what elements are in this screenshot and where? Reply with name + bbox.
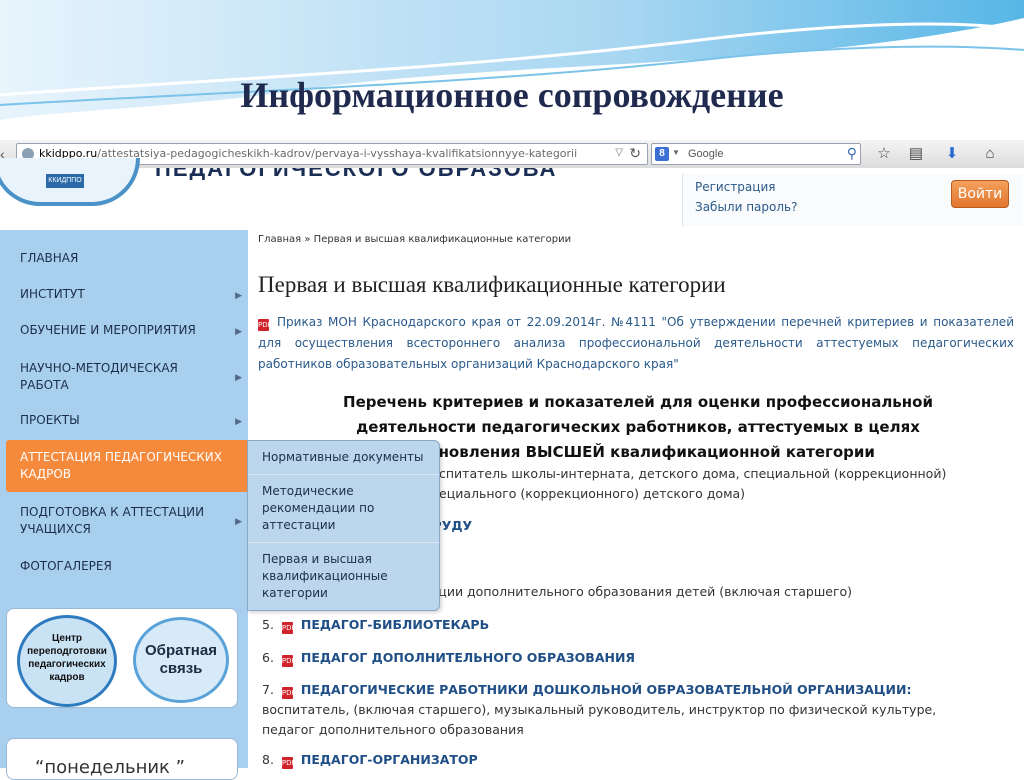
nav-item-methodology[interactable]: НАУЧНО-МЕТОДИЧЕСКАЯ РАБОТА ▶ [6, 358, 248, 394]
sidebar: ГЛАВНАЯ ИНСТИТУТ ▶ ОБУЧЕНИЕ И МЕРОПРИЯТИ… [0, 230, 248, 780]
nav-item-label: НАУЧНО-МЕТОДИЧЕСКАЯ РАБОТА [20, 361, 178, 392]
criteria-item[interactable]: Р [424, 549, 1014, 569]
banner-box: Центр переподготовки педагогических кадр… [6, 608, 238, 708]
criteria-number: 5. [262, 617, 274, 632]
reload-icon[interactable]: ↻ [629, 145, 641, 162]
feedback-line: связь [159, 660, 203, 677]
criteria-link[interactable]: ПЕДАГОГ-БИБЛИОТЕКАРЬ [301, 617, 489, 632]
submenu-item-qualification-categories[interactable]: Первая и высшая квалификационные категор… [248, 543, 439, 610]
criteria-item: воспитатель школы-интерната, детского до… [424, 464, 1014, 484]
criteria-item[interactable]: 8. PDF ПЕДАГОГ-ОРГАНИЗАТОР [262, 750, 1002, 770]
criteria-item[interactable]: 5. PDF ПЕДАГОГ-БИБЛИОТЕКАРЬ [262, 615, 1002, 635]
criteria-link[interactable]: ПЕДАГОГИЧЕСКИЕ РАБОТНИКИ ДОШКОЛЬНОЙ ОБРА… [301, 682, 912, 697]
site-logo[interactable]: ККИДППО [0, 158, 140, 206]
nav-item-label: АТТЕСТАЦИЯ ПЕДАГОГИЧЕСКИХ КАДРОВ [20, 450, 222, 481]
site-title-fragment: ПЕДАГОГИЧЕСКОГО ОБРАЗОВАНИЯ [155, 168, 555, 180]
nav-item-institute[interactable]: ИНСТИТУТ ▶ [6, 286, 248, 304]
chevron-right-icon: ▶ [235, 373, 242, 383]
search-magnifier-icon[interactable]: ⚲ [847, 145, 857, 162]
site-title-strip: ПЕДАГОГИЧЕСКОГО ОБРАЗОВАНИЯ [155, 168, 555, 180]
nav-item-label: ФОТОГАЛЕРЕЯ [20, 559, 112, 573]
search-box[interactable]: 8 ▼ Google ⚲ [651, 143, 861, 165]
criteria-item[interactable]: ТРУДУ [424, 516, 1014, 536]
chevron-right-icon: ▶ [235, 327, 242, 337]
breadcrumb[interactable]: Главная » Первая и высшая квалификационн… [258, 234, 571, 245]
slide-header: Информационное сопровождение [0, 0, 1024, 140]
banner-line: переподготовки [27, 646, 107, 657]
pdf-icon: PDF [281, 655, 296, 667]
page-title: Первая и высшая квалификационные категор… [258, 272, 726, 297]
submenu-item-normative-docs[interactable]: Нормативные документы [248, 441, 439, 475]
banner-line: Центр [51, 633, 83, 644]
nav-item-training[interactable]: ОБУЧЕНИЕ И МЕРОПРИЯТИЯ ▶ [6, 322, 248, 340]
url-path: /attestatsiya-pedagogicheskikh-kadrov/pe… [97, 147, 578, 160]
criteria-number: 6. [262, 650, 274, 665]
feedback-banner[interactable]: Обратная связь [133, 617, 229, 703]
download-icon[interactable]: ⬇ [942, 145, 962, 163]
order-text: Приказ МОН Краснодарского края от 22.09.… [258, 315, 1014, 371]
google-search-engine-icon[interactable]: 8 [655, 147, 669, 161]
pdf-icon: PDF [281, 687, 296, 699]
url-history-dropdown-icon[interactable]: ▽ [615, 147, 623, 158]
criteria-number: 8. [262, 752, 274, 767]
register-link[interactable]: Регистрация [695, 180, 775, 194]
search-input[interactable]: Google [688, 148, 723, 160]
criteria-desc: воспитатель, (включая старшего), музыкал… [262, 702, 937, 737]
criteria-item[interactable]: 6. PDF ПЕДАГОГ ДОПОЛНИТЕЛЬНОГО ОБРАЗОВАНИ… [262, 648, 1002, 668]
quote-box: “понедельник ” [6, 738, 238, 780]
criteria-item: зации дополнительного образования детей … [424, 582, 1014, 602]
attestation-submenu: Нормативные документы Методические реком… [247, 440, 440, 611]
wave-decoration [0, 0, 1024, 120]
nav-item-attestation[interactable]: АТТЕСТАЦИЯ ПЕДАГОГИЧЕСКИХ КАДРОВ [6, 440, 248, 492]
criteria-item[interactable]: 7. PDF ПЕДАГОГИЧЕСКИЕ РАБОТНИКИ ДОШКОЛЬНО… [262, 680, 952, 740]
chevron-right-icon: ▶ [235, 517, 242, 527]
feedback-text: Обратная связь [136, 642, 226, 678]
chevron-right-icon: ▶ [235, 291, 242, 301]
chevron-right-icon: ▶ [235, 417, 242, 427]
clipboard-icon[interactable]: ▤ [906, 145, 926, 163]
nav-item-student-prep[interactable]: ПОДГОТОВКА К АТТЕСТАЦИИ УЧАЩИХСЯ ▶ [6, 504, 248, 540]
criteria-desc: воспитатель школы-интерната, детского до… [424, 466, 947, 481]
banner-line: кадров [49, 672, 85, 683]
nav-item-gallery[interactable]: ФОТОГАЛЕРЕЯ [6, 558, 248, 576]
browser-toolbar: ‹ kkidppo.ru/attestatsiya-pedagogicheski… [0, 140, 1024, 169]
nav-item-label: ПРОЕКТЫ [20, 413, 80, 427]
criteria-item: специального (коррекционного) детского д… [424, 484, 1014, 504]
nav-item-label: ИНСТИТУТ [20, 287, 85, 301]
pdf-icon: PDF [281, 757, 296, 769]
site-header: ККИДППО ПЕДАГОГИЧЕСКОГО ОБРАЗОВАНИЯ Реги… [0, 158, 1024, 230]
submenu-item-method-recommendations[interactable]: Методические рекомендации по аттестации [248, 475, 439, 543]
nav-item-label: ПОДГОТОВКА К АТТЕСТАЦИИ УЧАЩИХСЯ [20, 505, 205, 536]
criteria-link[interactable]: ПЕДАГОГ ДОПОЛНИТЕЛЬНОГО ОБРАЗОВАНИЯ [301, 650, 635, 665]
criteria-number: 7. [262, 682, 274, 697]
heading-line: Перечень критериев и показателей для оце… [343, 393, 933, 411]
banner-line: педагогических [28, 659, 106, 670]
home-icon[interactable]: ⌂ [980, 145, 1000, 163]
login-button[interactable]: Войти [951, 180, 1009, 208]
logo-label: ККИДППО [46, 174, 84, 188]
pdf-icon: PDF [281, 622, 296, 634]
retraining-center-banner[interactable]: Центр переподготовки педагогических кадр… [17, 615, 117, 707]
order-link[interactable]: PDF Приказ МОН Краснодарского края от 22.… [258, 312, 1014, 375]
nav-item-label: ГЛАВНАЯ [20, 251, 79, 265]
criteria-desc: специального (коррекционного) детского д… [424, 486, 746, 501]
pdf-icon: PDF [258, 319, 272, 331]
criteria-link[interactable]: ПЕДАГОГ-ОРГАНИЗАТОР [301, 752, 478, 767]
nav-item-projects[interactable]: ПРОЕКТЫ ▶ [6, 412, 248, 430]
feedback-line: Обратная [145, 642, 217, 659]
heading-line: деятельности педагогических работников, … [356, 418, 920, 436]
retraining-center-text: Центр переподготовки педагогических кадр… [20, 632, 114, 684]
forgot-password-link[interactable]: Забыли пароль? [695, 200, 797, 214]
criteria-desc: зации дополнительного образования детей … [424, 584, 853, 599]
login-panel: Регистрация Забыли пароль? Войти [682, 174, 1023, 226]
nav-item-label: ОБУЧЕНИЕ И МЕРОПРИЯТИЯ [20, 323, 196, 337]
slide-title: Информационное сопровождение [240, 75, 784, 115]
search-engine-caret-icon[interactable]: ▼ [672, 148, 680, 157]
star-icon[interactable]: ☆ [874, 145, 894, 163]
nav-item-home[interactable]: ГЛАВНАЯ [6, 250, 248, 268]
